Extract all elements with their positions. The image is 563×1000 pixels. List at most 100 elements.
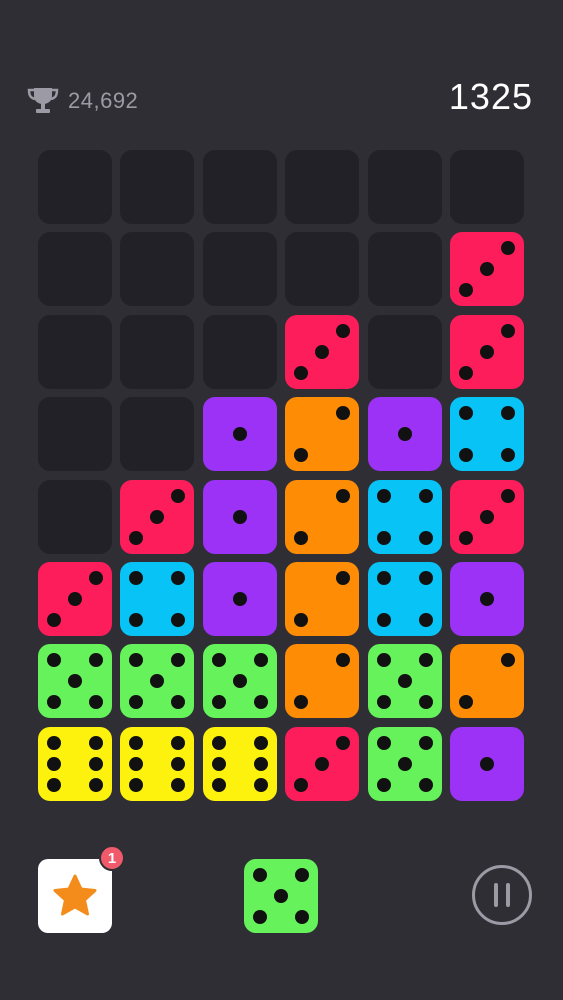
bottom-bar: 1 (0, 840, 563, 960)
die-pip (418, 571, 433, 585)
die-3[interactable] (450, 232, 524, 307)
die-pip (129, 653, 144, 668)
die-3[interactable] (450, 479, 524, 554)
die-pip (129, 695, 144, 710)
die-1[interactable] (367, 397, 442, 472)
die-pip (129, 777, 144, 792)
die-pip (171, 653, 186, 668)
die-pip (376, 571, 391, 585)
die-5[interactable] (120, 644, 195, 719)
die-pip (501, 241, 515, 256)
empty-cell[interactable] (367, 150, 442, 224)
empty-cell[interactable] (38, 150, 112, 224)
die-pip (211, 777, 226, 792)
star-icon (53, 874, 97, 916)
die-pip (171, 777, 186, 792)
die-1[interactable] (202, 397, 277, 472)
empty-cell[interactable] (285, 232, 360, 307)
empty-cell[interactable] (202, 150, 277, 224)
die-2[interactable] (285, 397, 360, 472)
die-pip (501, 323, 515, 338)
die-3[interactable] (38, 562, 112, 636)
die-3[interactable] (120, 479, 195, 554)
die-4[interactable] (367, 562, 442, 636)
die-pip (376, 777, 391, 792)
empty-cell[interactable] (202, 314, 277, 389)
die-5[interactable] (202, 644, 277, 719)
die-pip (418, 488, 433, 503)
current-score: 1325 (448, 76, 533, 117)
die-pip (211, 756, 226, 771)
die-2[interactable] (285, 644, 360, 719)
die-3[interactable] (285, 726, 360, 801)
empty-cell[interactable] (285, 150, 360, 224)
die-pip (315, 344, 330, 359)
die-1[interactable] (450, 562, 524, 636)
die-pip (253, 653, 268, 668)
die-pip (376, 613, 391, 627)
next-die[interactable] (244, 859, 318, 933)
die-4[interactable] (367, 479, 442, 554)
die-pip (47, 695, 61, 710)
die-pip (89, 695, 103, 710)
die-pip (294, 695, 309, 710)
die-pip (418, 777, 433, 792)
die-pip (294, 365, 309, 380)
empty-cell[interactable] (38, 479, 112, 554)
empty-cell[interactable] (450, 150, 524, 224)
pause-button[interactable] (472, 865, 532, 925)
die-pip (253, 910, 267, 924)
die-3[interactable] (450, 314, 524, 389)
die-pip (418, 735, 433, 750)
empty-cell[interactable] (120, 232, 195, 307)
die-pip (295, 868, 309, 882)
die-pip (459, 283, 473, 298)
game-board[interactable] (38, 150, 526, 804)
die-6[interactable] (202, 726, 277, 801)
trophy-icon (27, 88, 59, 113)
star-powerup-button[interactable] (38, 859, 112, 933)
die-1[interactable] (450, 726, 524, 801)
empty-cell[interactable] (367, 232, 442, 307)
die-pip (501, 653, 515, 668)
die-pip (253, 868, 267, 882)
die-4[interactable] (120, 562, 195, 636)
die-pip (211, 695, 226, 710)
die-4[interactable] (450, 397, 524, 472)
empty-cell[interactable] (120, 150, 195, 224)
die-6[interactable] (38, 726, 112, 801)
die-pip (336, 488, 351, 503)
die-5[interactable] (38, 644, 112, 719)
die-pip (171, 695, 186, 710)
die-5[interactable] (367, 726, 442, 801)
empty-cell[interactable] (202, 232, 277, 307)
empty-cell[interactable] (38, 232, 112, 307)
die-pip (211, 735, 226, 750)
die-pip (294, 613, 309, 627)
die-3[interactable] (285, 314, 360, 389)
pause-icon (506, 883, 510, 907)
empty-cell[interactable] (38, 314, 112, 389)
empty-cell[interactable] (120, 314, 195, 389)
die-pip (232, 592, 247, 606)
die-pip (376, 488, 391, 503)
die-pip (68, 674, 82, 689)
die-pip (480, 509, 494, 524)
die-2[interactable] (285, 562, 360, 636)
die-pip (171, 756, 186, 771)
empty-cell[interactable] (367, 314, 442, 389)
die-2[interactable] (285, 479, 360, 554)
die-pip (336, 653, 351, 668)
die-pip (89, 653, 103, 668)
die-pip (480, 756, 494, 771)
die-6[interactable] (120, 726, 195, 801)
die-pip (274, 889, 288, 903)
empty-cell[interactable] (38, 397, 112, 472)
die-1[interactable] (202, 479, 277, 554)
empty-cell[interactable] (120, 397, 195, 472)
die-5[interactable] (367, 644, 442, 719)
die-pip (397, 756, 412, 771)
die-1[interactable] (202, 562, 277, 636)
die-2[interactable] (450, 644, 524, 719)
die-pip (47, 653, 61, 668)
